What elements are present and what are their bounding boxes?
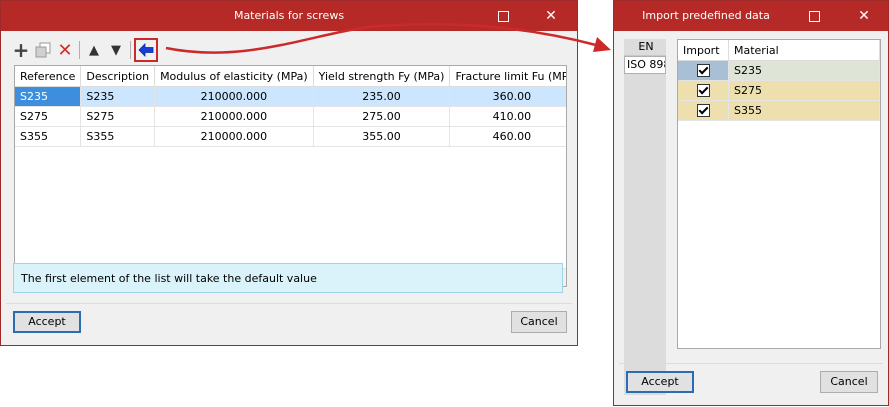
cell-fracture[interactable]: 410.00 bbox=[449, 106, 566, 127]
material-cell[interactable]: S235 bbox=[728, 60, 880, 81]
cell-fracture[interactable]: 460.00 bbox=[449, 126, 566, 147]
cell-reference[interactable]: S235 bbox=[15, 86, 82, 107]
import-checkbox-cell[interactable] bbox=[678, 100, 729, 121]
delete-button[interactable]: ✕ bbox=[54, 39, 76, 61]
close-button[interactable]: ✕ bbox=[537, 5, 565, 27]
import-row[interactable]: S275 bbox=[678, 80, 880, 101]
cell-modulus[interactable]: 210000.000 bbox=[154, 126, 314, 147]
standard-item-iso-898[interactable]: ISO 898 bbox=[624, 56, 666, 74]
materials-toolbar: + ✕ ▲ ▼ bbox=[10, 37, 158, 63]
import-checkbox-cell[interactable] bbox=[678, 60, 729, 81]
materials-content: + ✕ ▲ ▼ Reference Description Modulus of… bbox=[6, 31, 572, 340]
move-up-icon: ▲ bbox=[89, 42, 99, 58]
materials-footer: Accept Cancel bbox=[6, 303, 572, 340]
import-title-bar[interactable]: Import predefined data ✕ bbox=[614, 1, 888, 31]
table-row[interactable]: S235 S235 210000.000 235.00 360.00 bbox=[15, 86, 566, 107]
delete-icon: ✕ bbox=[57, 39, 73, 61]
cell-description[interactable]: S355 bbox=[80, 126, 156, 147]
import-header-row: Import Material bbox=[678, 40, 880, 61]
move-up-button[interactable]: ▲ bbox=[83, 39, 105, 61]
materials-header-row: Reference Description Modulus of elastic… bbox=[15, 66, 566, 87]
cell-yield[interactable]: 235.00 bbox=[313, 86, 451, 107]
column-header-reference[interactable]: Reference bbox=[15, 66, 82, 87]
cell-description[interactable]: S235 bbox=[80, 86, 156, 107]
info-message: The first element of the list will take … bbox=[13, 263, 563, 293]
import-content: EN ISO 898 Import Material S235 bbox=[619, 31, 883, 400]
column-header-yield[interactable]: Yield strength Fy (MPa) bbox=[313, 66, 451, 87]
import-row[interactable]: S235 bbox=[678, 60, 880, 81]
materials-dialog: Materials for screws ✕ + ✕ ▲ ▼ Reference… bbox=[0, 0, 578, 346]
standard-item-en[interactable]: EN bbox=[624, 39, 666, 56]
toolbar-separator bbox=[79, 41, 80, 59]
accept-button[interactable]: Accept bbox=[13, 311, 81, 333]
import-grid: Import Material S235 S275 S355 bbox=[678, 40, 880, 121]
cancel-button[interactable]: Cancel bbox=[820, 371, 878, 393]
cell-reference[interactable]: S355 bbox=[15, 126, 82, 147]
maximize-button[interactable] bbox=[800, 5, 828, 27]
toolbar-separator bbox=[130, 41, 131, 59]
add-icon: + bbox=[12, 38, 30, 62]
import-row[interactable]: S355 bbox=[678, 100, 880, 121]
import-dialog: Import predefined data ✕ EN ISO 898 Impo… bbox=[613, 0, 889, 406]
materials-grid: Reference Description Modulus of elastic… bbox=[15, 66, 566, 147]
cell-modulus[interactable]: 210000.000 bbox=[154, 86, 314, 107]
materials-title-bar[interactable]: Materials for screws ✕ bbox=[1, 1, 577, 31]
materials-table: Reference Description Modulus of elastic… bbox=[14, 65, 567, 287]
standards-list: EN ISO 898 bbox=[624, 39, 666, 395]
copy-icon bbox=[35, 42, 51, 58]
import-button[interactable] bbox=[134, 38, 158, 62]
import-checkbox[interactable] bbox=[696, 104, 710, 118]
material-cell[interactable]: S275 bbox=[728, 80, 880, 101]
close-icon: ✕ bbox=[858, 8, 870, 24]
maximize-icon bbox=[497, 10, 509, 22]
cell-fracture[interactable]: 360.00 bbox=[449, 86, 566, 107]
table-row[interactable]: S355 S355 210000.000 355.00 460.00 bbox=[15, 126, 566, 147]
maximize-icon bbox=[808, 10, 820, 22]
import-dialog-title: Import predefined data bbox=[642, 9, 770, 22]
cell-yield[interactable]: 275.00 bbox=[313, 106, 451, 127]
maximize-button[interactable] bbox=[489, 5, 517, 27]
column-header-import[interactable]: Import bbox=[678, 40, 729, 61]
add-button[interactable]: + bbox=[10, 39, 32, 61]
annotation-arrow-head bbox=[593, 37, 611, 52]
copy-button[interactable] bbox=[32, 39, 54, 61]
cell-reference[interactable]: S275 bbox=[15, 106, 82, 127]
import-checkbox[interactable] bbox=[696, 84, 710, 98]
import-checkbox-cell[interactable] bbox=[678, 80, 729, 101]
cancel-button[interactable]: Cancel bbox=[511, 311, 567, 333]
import-arrow-icon bbox=[138, 43, 154, 57]
column-header-description[interactable]: Description bbox=[80, 66, 156, 87]
column-header-material[interactable]: Material bbox=[728, 40, 880, 61]
import-footer: Accept Cancel bbox=[619, 363, 883, 400]
import-checkbox[interactable] bbox=[696, 64, 710, 78]
column-header-modulus[interactable]: Modulus of elasticity (MPa) bbox=[154, 66, 314, 87]
cell-yield[interactable]: 355.00 bbox=[313, 126, 451, 147]
move-down-icon: ▼ bbox=[111, 42, 121, 58]
accept-button[interactable]: Accept bbox=[626, 371, 694, 393]
close-icon: ✕ bbox=[545, 8, 557, 24]
move-down-button[interactable]: ▼ bbox=[105, 39, 127, 61]
import-table: Import Material S235 S275 S355 bbox=[677, 39, 881, 349]
cell-description[interactable]: S275 bbox=[80, 106, 156, 127]
close-button[interactable]: ✕ bbox=[850, 5, 878, 27]
cell-modulus[interactable]: 210000.000 bbox=[154, 106, 314, 127]
column-header-fracture[interactable]: Fracture limit Fu (MP bbox=[449, 66, 566, 87]
table-row[interactable]: S275 S275 210000.000 275.00 410.00 bbox=[15, 106, 566, 127]
material-cell[interactable]: S355 bbox=[728, 100, 880, 121]
